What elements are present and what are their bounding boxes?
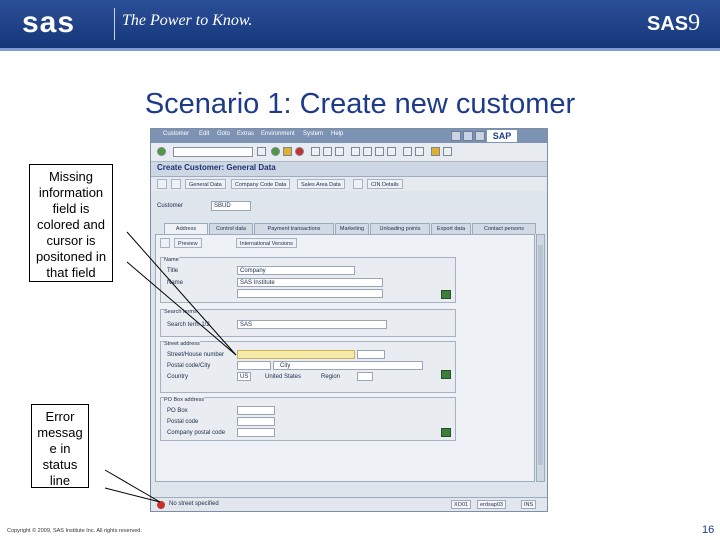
connector-missing-field xyxy=(126,231,237,356)
callout-error-message: Error messag e in status line xyxy=(31,404,89,488)
callout-missing-field: Missing information field is colored and… xyxy=(29,164,113,282)
connector-error-message-2 xyxy=(104,487,161,503)
page-number: 16 xyxy=(702,524,715,536)
copyright-footer: Copyright © 2009, SAS Institute Inc. All… xyxy=(7,528,142,534)
connector-missing-field-2 xyxy=(126,261,237,356)
connector-error-message xyxy=(104,469,161,503)
